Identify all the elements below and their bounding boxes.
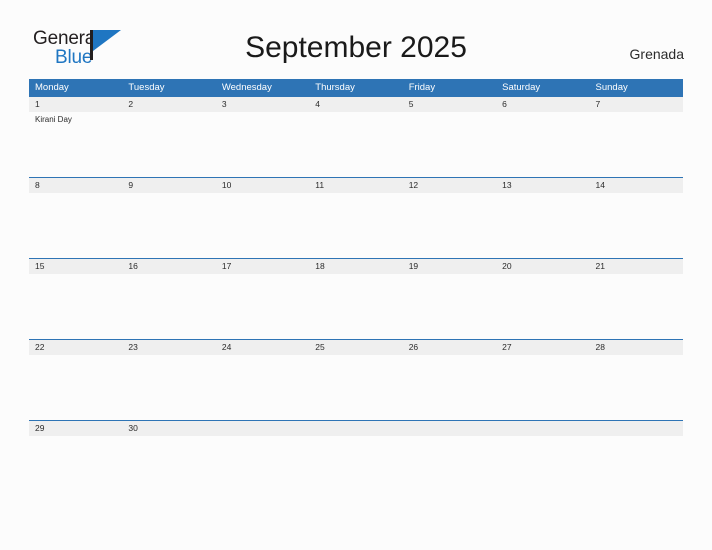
day-events-cell[interactable]: [309, 112, 402, 177]
day-number[interactable]: 12: [403, 178, 496, 193]
week-dates-strip: 15 16 17 18 19 20 21: [29, 259, 683, 274]
day-events-cell[interactable]: [496, 112, 589, 177]
weekday-header-row: Monday Tuesday Wednesday Thursday Friday…: [29, 79, 683, 96]
day-events-cell[interactable]: [496, 274, 589, 339]
day-events-cell[interactable]: [122, 355, 215, 420]
calendar-page: General Blue September 2025 Grenada Mond…: [0, 0, 712, 550]
day-events-cell: [403, 436, 496, 501]
day-number[interactable]: 19: [403, 259, 496, 274]
day-events-cell[interactable]: [403, 193, 496, 258]
day-events-cell[interactable]: [29, 274, 122, 339]
day-number[interactable]: 25: [309, 340, 402, 355]
day-number[interactable]: 27: [496, 340, 589, 355]
day-number: [496, 421, 589, 436]
day-number[interactable]: 5: [403, 97, 496, 112]
day-number[interactable]: 18: [309, 259, 402, 274]
day-number[interactable]: 17: [216, 259, 309, 274]
weekday-header-monday: Monday: [35, 82, 69, 93]
day-events-cell[interactable]: [590, 355, 683, 420]
day-number[interactable]: 1: [29, 97, 122, 112]
day-events-cell[interactable]: [216, 193, 309, 258]
day-number[interactable]: 3: [216, 97, 309, 112]
week-row: 29 30: [29, 420, 683, 501]
week-dates-strip: 22 23 24 25 26 27 28: [29, 340, 683, 355]
day-events-cell: [309, 436, 402, 501]
weekday-header-saturday: Saturday: [502, 82, 541, 93]
day-number[interactable]: 30: [122, 421, 215, 436]
day-events-cell[interactable]: [496, 193, 589, 258]
day-number[interactable]: 7: [590, 97, 683, 112]
weekday-header-friday: Friday: [408, 82, 436, 93]
day-events-cell: [496, 436, 589, 501]
day-number[interactable]: 4: [309, 97, 402, 112]
day-number[interactable]: 14: [590, 178, 683, 193]
day-number[interactable]: 11: [309, 178, 402, 193]
week-dates-strip: 8 9 10 11 12 13 14: [29, 178, 683, 193]
weekday-header-tuesday: Tuesday: [128, 82, 165, 93]
day-number[interactable]: 24: [216, 340, 309, 355]
week-events-strip: [29, 436, 683, 501]
day-events-cell[interactable]: [309, 274, 402, 339]
day-events-cell[interactable]: [590, 112, 683, 177]
page-title: September 2025: [245, 31, 467, 64]
day-events-cell[interactable]: [29, 436, 122, 501]
day-events-cell[interactable]: [122, 436, 215, 501]
day-events-cell[interactable]: [216, 112, 309, 177]
weekday-header-thursday: Thursday: [315, 82, 355, 93]
day-number[interactable]: 8: [29, 178, 122, 193]
day-events-cell[interactable]: [403, 112, 496, 177]
day-number: [590, 421, 683, 436]
day-number[interactable]: 21: [590, 259, 683, 274]
day-events-cell[interactable]: Kirani Day: [29, 112, 122, 177]
page-header: General Blue September 2025 Grenada: [0, 0, 712, 76]
day-events-cell[interactable]: [122, 112, 215, 177]
day-events-cell[interactable]: [590, 274, 683, 339]
day-events-cell[interactable]: [403, 274, 496, 339]
day-number[interactable]: 6: [496, 97, 589, 112]
week-row: 22 23 24 25 26 27 28: [29, 339, 683, 420]
day-events-cell[interactable]: [122, 274, 215, 339]
day-number: [403, 421, 496, 436]
day-events-cell[interactable]: [29, 193, 122, 258]
day-number[interactable]: 16: [122, 259, 215, 274]
day-events-cell: [590, 436, 683, 501]
week-dates-strip: 1 2 3 4 5 6 7: [29, 97, 683, 112]
week-events-strip: [29, 193, 683, 258]
day-number: [216, 421, 309, 436]
day-events-cell[interactable]: [403, 355, 496, 420]
day-events-cell[interactable]: [216, 274, 309, 339]
day-events-cell[interactable]: [496, 355, 589, 420]
day-number[interactable]: 28: [590, 340, 683, 355]
day-number[interactable]: 20: [496, 259, 589, 274]
day-number[interactable]: 22: [29, 340, 122, 355]
day-events-cell[interactable]: [590, 193, 683, 258]
calendar-grid: Monday Tuesday Wednesday Thursday Friday…: [29, 79, 683, 501]
day-events-cell[interactable]: [29, 355, 122, 420]
weekday-header-wednesday: Wednesday: [221, 82, 272, 93]
day-number: [309, 421, 402, 436]
day-events-cell[interactable]: [309, 355, 402, 420]
day-events-cell[interactable]: [309, 193, 402, 258]
day-events-cell[interactable]: [122, 193, 215, 258]
day-events-cell[interactable]: [216, 355, 309, 420]
week-dates-strip: 29 30: [29, 421, 683, 436]
weekday-header-sunday: Sunday: [595, 82, 628, 93]
week-row: 1 2 3 4 5 6 7 Kirani Day: [29, 96, 683, 177]
day-number[interactable]: 13: [496, 178, 589, 193]
week-row: 8 9 10 11 12 13 14: [29, 177, 683, 258]
week-events-strip: Kirani Day: [29, 112, 683, 177]
day-number[interactable]: 15: [29, 259, 122, 274]
week-row: 15 16 17 18 19 20 21: [29, 258, 683, 339]
week-events-strip: [29, 355, 683, 420]
day-number[interactable]: 26: [403, 340, 496, 355]
event-item[interactable]: Kirani Day: [35, 114, 118, 125]
region-label: Grenada: [629, 46, 684, 62]
day-number[interactable]: 23: [122, 340, 215, 355]
day-number[interactable]: 10: [216, 178, 309, 193]
day-number[interactable]: 2: [122, 97, 215, 112]
week-events-strip: [29, 274, 683, 339]
day-number[interactable]: 29: [29, 421, 122, 436]
day-number[interactable]: 9: [122, 178, 215, 193]
day-events-cell: [216, 436, 309, 501]
